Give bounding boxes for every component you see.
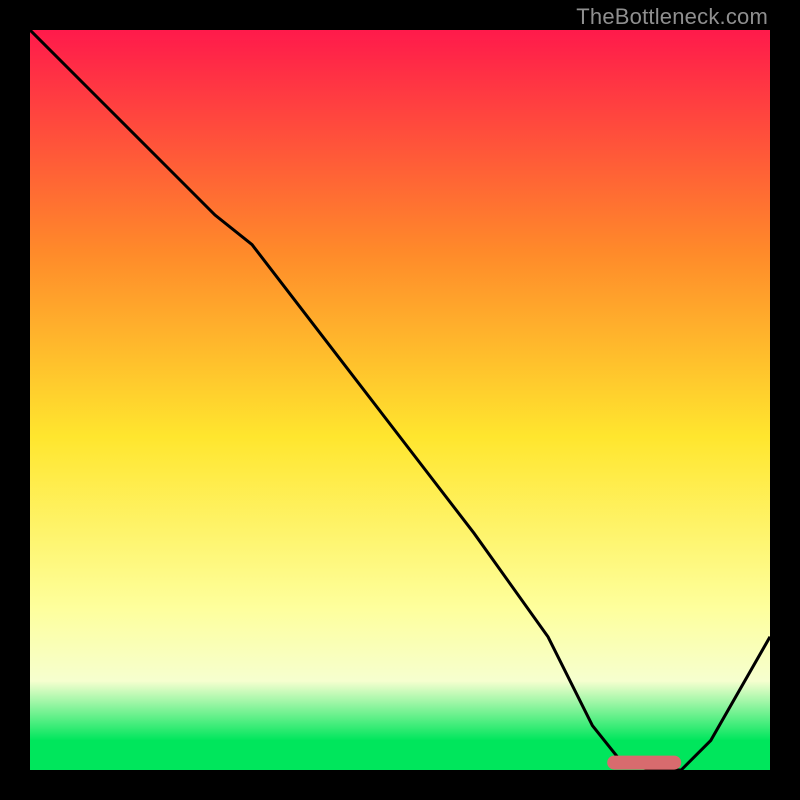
bottleneck-chart	[30, 30, 770, 770]
chart-frame	[30, 30, 770, 770]
optimal-range-marker	[607, 756, 681, 770]
watermark-text: TheBottleneck.com	[576, 4, 768, 30]
